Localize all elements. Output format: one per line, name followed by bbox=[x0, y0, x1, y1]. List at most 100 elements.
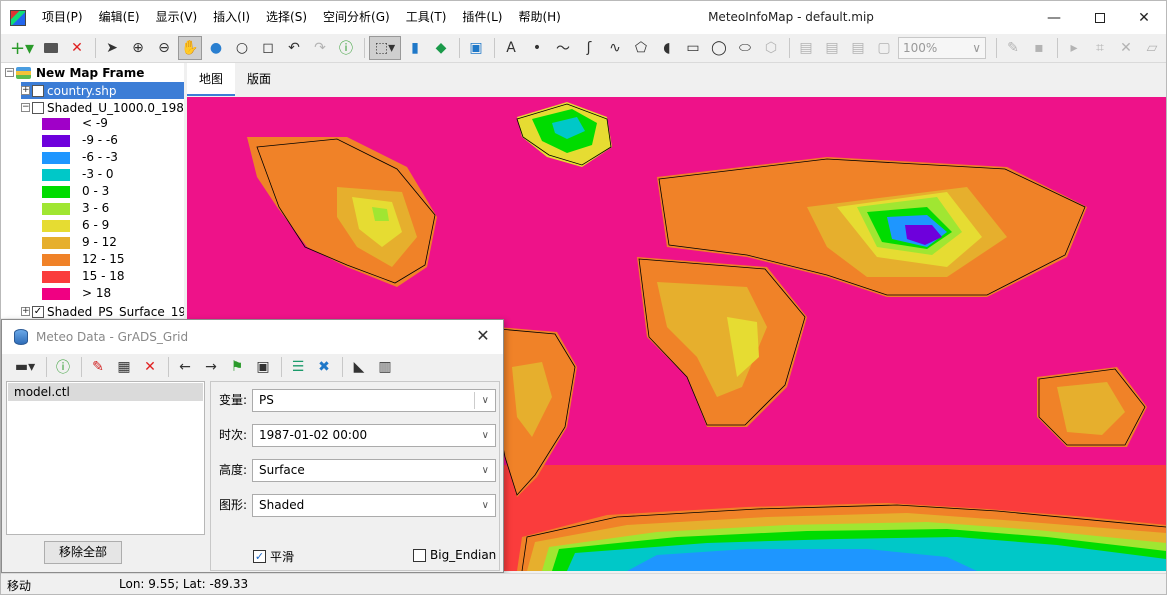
list-button[interactable]: ☰ bbox=[286, 355, 310, 379]
menu-spatial-analysis[interactable]: 空间分析(G) bbox=[315, 1, 398, 34]
freehand-icon: ʃ bbox=[586, 40, 592, 56]
paste-page-button[interactable]: ▤ bbox=[846, 36, 870, 60]
legend-swatch bbox=[42, 169, 70, 181]
draw-curve-button[interactable]: ∿ bbox=[603, 36, 627, 60]
layer-shaded-u[interactable]: − Shaded_U_1000.0_1987 bbox=[21, 99, 184, 116]
zoom-in-button[interactable]: ⊕ bbox=[126, 36, 150, 60]
remove-layer-button[interactable]: ✕ bbox=[65, 36, 89, 60]
data-info-button[interactable]: ⓘ bbox=[51, 355, 75, 379]
identify-button[interactable]: ⓘ bbox=[334, 36, 358, 60]
big-endian-checkbox[interactable]: Big_Endian bbox=[413, 548, 496, 562]
draw-curve-polygon-button[interactable]: ◖ bbox=[655, 36, 679, 60]
select-tool-button[interactable]: ⌗ bbox=[1088, 36, 1112, 60]
save-edit-button[interactable]: ▪ bbox=[1027, 36, 1051, 60]
smooth-checkbox[interactable]: ✓ 平滑 bbox=[253, 548, 294, 565]
menu-help[interactable]: 帮助(H) bbox=[510, 1, 568, 34]
menu-tools[interactable]: 工具(T) bbox=[398, 1, 455, 34]
tab-layout[interactable]: 版面 bbox=[235, 63, 283, 96]
zoom-out-button[interactable]: ⊖ bbox=[152, 36, 176, 60]
file-list-item[interactable]: model.ctl bbox=[8, 383, 203, 401]
clear-button[interactable]: ✕ bbox=[138, 355, 162, 379]
maximize-button[interactable] bbox=[1077, 1, 1123, 34]
draw-polyline-button[interactable]: 〜 bbox=[551, 36, 575, 60]
next-time-button[interactable]: → bbox=[199, 355, 223, 379]
layer-country[interactable]: + ✓ country.shp bbox=[21, 82, 184, 99]
draw-rectangle-button[interactable]: ▭ bbox=[681, 36, 705, 60]
layer-visible-checkbox[interactable] bbox=[32, 101, 44, 114]
time-select[interactable]: 1987-01-02 00:00 ∨ bbox=[252, 424, 496, 447]
select-pointer-button[interactable]: ➤ bbox=[100, 36, 124, 60]
insert-picture-button[interactable]: ▣ bbox=[464, 36, 488, 60]
layer-shaded-ps[interactable]: + ✓ Shaded_PS_Surface_1987 bbox=[21, 303, 184, 318]
player-button[interactable]: ▣ bbox=[251, 355, 275, 379]
toolbar-separator bbox=[342, 357, 343, 377]
edit-vertices-button[interactable]: ⬡ bbox=[759, 36, 783, 60]
menu-insert[interactable]: 插入(I) bbox=[205, 1, 258, 34]
time-series-button[interactable]: ▥ bbox=[373, 355, 397, 379]
redo-button[interactable]: ↷ bbox=[308, 36, 332, 60]
edit-button[interactable]: ✎ bbox=[1001, 36, 1025, 60]
zoom-to-layer-button[interactable]: ○ bbox=[230, 36, 254, 60]
full-extent-button[interactable]: ● bbox=[204, 36, 228, 60]
add-layer-button[interactable]: +▾ bbox=[7, 36, 37, 60]
minimize-button[interactable]: — bbox=[1031, 1, 1077, 34]
zoom-combobox[interactable]: 100% ∨ bbox=[898, 37, 986, 59]
section-plot-button[interactable]: ◣ bbox=[347, 355, 371, 379]
dialog-toolbar: ▬▾ ⓘ ✎ ▦ ✕ ← → ⚑ ▣ ☰ ✖ ◣ ▥ bbox=[2, 354, 503, 380]
collapse-icon[interactable]: − bbox=[5, 68, 14, 77]
draw-text-button[interactable]: A bbox=[499, 36, 523, 60]
file-list[interactable]: model.ctl bbox=[6, 381, 205, 535]
open-data-button[interactable]: ▬▾ bbox=[10, 355, 40, 379]
close-button[interactable]: ✕ bbox=[1121, 1, 1167, 34]
split-button[interactable]: ▱ bbox=[1140, 36, 1164, 60]
run-button[interactable]: ▸ bbox=[1062, 36, 1086, 60]
checkbox-checked-icon: ✓ bbox=[253, 550, 266, 563]
previous-time-button[interactable]: ← bbox=[173, 355, 197, 379]
chevron-down-icon: ∨ bbox=[481, 465, 489, 476]
measure-button[interactable]: ▮ bbox=[403, 36, 427, 60]
expand-icon[interactable]: + bbox=[21, 307, 30, 316]
copy-page-button[interactable]: ▤ bbox=[820, 36, 844, 60]
picture-icon: ▣ bbox=[469, 40, 483, 56]
dialog-close-button[interactable]: ✕ bbox=[473, 326, 493, 345]
delete-feature-button[interactable]: ✕ bbox=[1114, 36, 1138, 60]
layer-visible-checkbox[interactable]: ✓ bbox=[32, 305, 44, 318]
collapse-icon[interactable]: − bbox=[21, 103, 30, 112]
zoom-to-selection-button[interactable]: ◻ bbox=[256, 36, 280, 60]
settings-button[interactable]: ✖ bbox=[312, 355, 336, 379]
legend-swatch bbox=[42, 152, 70, 164]
select-features-button[interactable]: ⬚▾ bbox=[369, 36, 401, 60]
level-select[interactable]: Surface ∨ bbox=[252, 459, 496, 482]
undo-icon: ↶ bbox=[288, 40, 300, 56]
remove-all-button[interactable]: 移除全部 bbox=[44, 541, 122, 564]
graph-type-select[interactable]: Shaded ∨ bbox=[252, 494, 496, 517]
draw-ellipse-button[interactable]: ⬭ bbox=[733, 36, 757, 60]
variable-select[interactable]: PS ∨ bbox=[252, 389, 496, 412]
undo-button[interactable]: ↶ bbox=[282, 36, 306, 60]
tab-map[interactable]: 地图 bbox=[187, 63, 236, 96]
fit-page-button[interactable]: ▢ bbox=[872, 36, 896, 60]
draw-circle-button[interactable]: ◯ bbox=[707, 36, 731, 60]
main-toolbar: +▾ ✕ ➤ ⊕ ⊖ ✋ ● ○ ◻ ↶ ↷ ⓘ ⬚▾ ▮ ◆ ▣ A • 〜 … bbox=[1, 34, 1166, 63]
menu-view[interactable]: 显示(V) bbox=[148, 1, 206, 34]
new-page-button[interactable]: ▤ bbox=[794, 36, 818, 60]
view-tabs: 地图 版面 bbox=[187, 63, 1166, 96]
menu-plugins[interactable]: 插件(L) bbox=[454, 1, 510, 34]
runner-icon: ⚑ bbox=[230, 359, 244, 375]
expand-icon[interactable]: + bbox=[21, 86, 30, 95]
menu-project[interactable]: 项目(P) bbox=[34, 1, 91, 34]
draw-polygon-button[interactable]: ⬠ bbox=[629, 36, 653, 60]
table-button[interactable]: ▦ bbox=[112, 355, 136, 379]
pan-button[interactable]: ✋ bbox=[178, 36, 202, 60]
menu-select[interactable]: 选择(S) bbox=[258, 1, 315, 34]
draw-freehand-button[interactable]: ʃ bbox=[577, 36, 601, 60]
menu-edit[interactable]: 编辑(E) bbox=[91, 1, 148, 34]
animate-button[interactable]: ⚑ bbox=[225, 355, 249, 379]
draw-point-button[interactable]: • bbox=[525, 36, 549, 60]
map-frame-node[interactable]: − New Map Frame bbox=[5, 64, 144, 81]
layer-visible-checkbox[interactable]: ✓ bbox=[32, 84, 44, 97]
draw-button[interactable]: ✎ bbox=[86, 355, 110, 379]
open-folder-button[interactable] bbox=[39, 36, 63, 60]
polygon-icon: ⬠ bbox=[634, 40, 648, 56]
label-button[interactable]: ◆ bbox=[429, 36, 453, 60]
